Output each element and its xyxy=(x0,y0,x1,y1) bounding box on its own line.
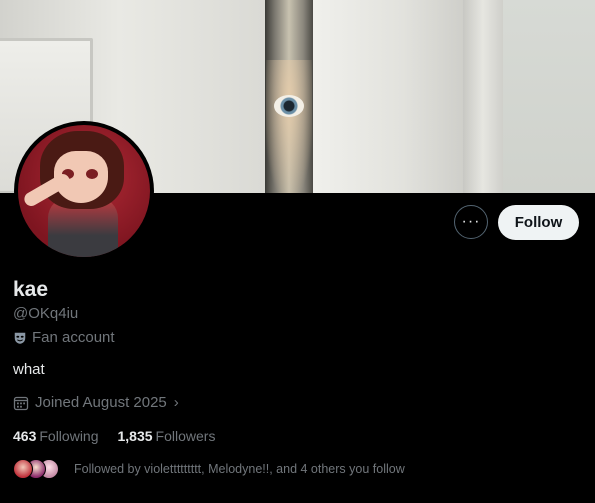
joined-date[interactable]: Joined August 2025 › xyxy=(13,394,179,411)
followers-label: Followers xyxy=(155,428,216,444)
profile-bio: what xyxy=(13,361,45,378)
joined-text: Joined August 2025 xyxy=(35,394,167,411)
followed-by[interactable]: Followed by violettttttttt, Melodyne!!, … xyxy=(13,459,405,479)
following-link[interactable]: 463 Following xyxy=(13,428,99,444)
banner-door-right xyxy=(313,0,463,193)
profile-handle: @OKq4iu xyxy=(13,305,79,322)
avatar-image xyxy=(18,125,150,257)
avatar-eye-right xyxy=(86,169,98,179)
chevron-right-icon: › xyxy=(173,394,179,411)
more-icon: ··· xyxy=(461,213,481,230)
follow-stats: 463 Following 1,835 Followers xyxy=(13,428,215,444)
banner-door-frame xyxy=(463,0,503,193)
banner-eye xyxy=(274,95,304,117)
more-options-button[interactable]: ··· xyxy=(454,205,488,239)
profile-label[interactable]: Fan account xyxy=(13,329,115,346)
avatar xyxy=(13,459,33,479)
followed-by-text: Followed by violettttttttt, Melodyne!!, … xyxy=(74,462,405,476)
theater-mask-icon xyxy=(14,332,26,344)
follow-button[interactable]: Follow xyxy=(498,205,579,240)
profile-avatar[interactable] xyxy=(14,121,154,261)
followers-link[interactable]: 1,835 Followers xyxy=(118,428,216,444)
banner-wall xyxy=(503,0,595,193)
profile-label-text: Fan account xyxy=(32,329,115,346)
following-label: Following xyxy=(39,428,99,444)
followed-by-avatars xyxy=(13,459,61,479)
followers-count: 1,835 xyxy=(117,428,153,444)
banner-face xyxy=(266,60,312,193)
profile-name: kae xyxy=(13,278,49,301)
following-count: 463 xyxy=(13,428,37,444)
calendar-icon xyxy=(13,396,29,410)
